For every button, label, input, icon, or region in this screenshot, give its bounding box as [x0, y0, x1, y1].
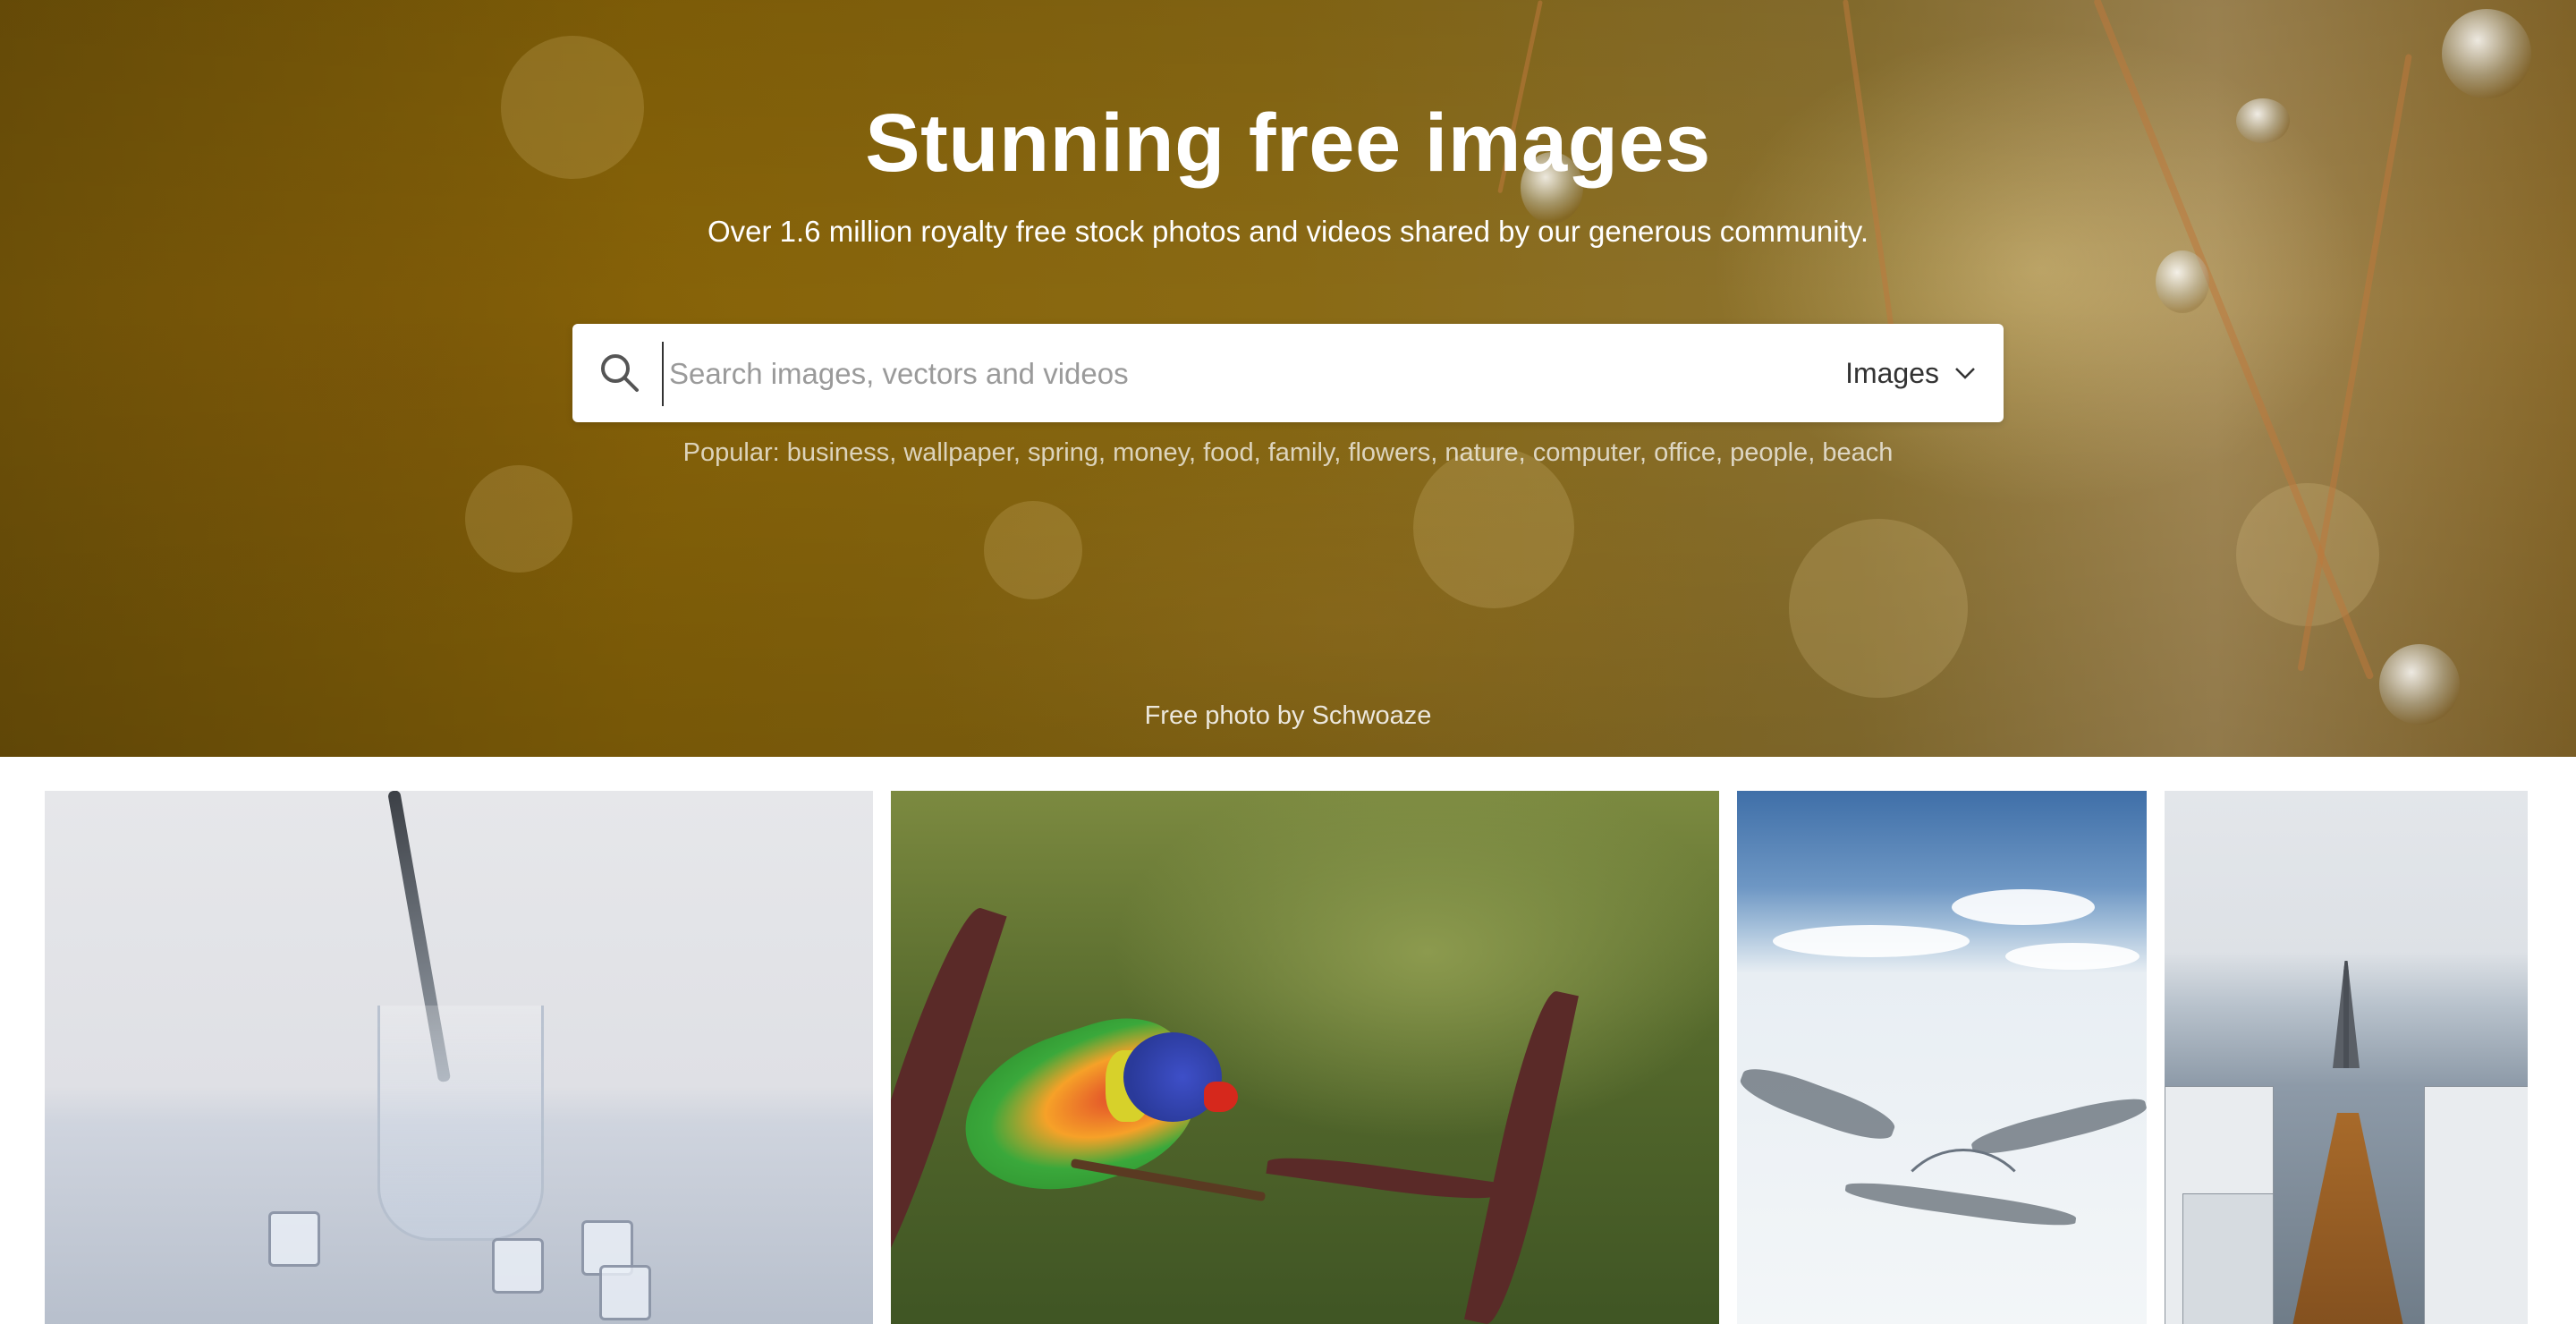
popular-tag-business[interactable]: business [787, 438, 889, 467]
photo-credit-prefix: Free photo by [1144, 701, 1305, 730]
building [2182, 1193, 2274, 1324]
search-input[interactable] [662, 342, 1816, 406]
popular-label: Popular: [682, 438, 780, 467]
photo-credit-author[interactable]: Schwoaze [1312, 701, 1432, 730]
bokeh-light [1413, 447, 1574, 608]
glass-shape [377, 1006, 544, 1241]
tree-lined-avenue [2281, 1113, 2415, 1324]
gallery-image-paris[interactable] [2165, 791, 2528, 1324]
leaf-shape [1464, 986, 1579, 1324]
cloud-shape [1952, 889, 2095, 925]
search-icon[interactable] [597, 351, 642, 395]
bokeh-light [2236, 483, 2379, 626]
popular-tag-spring[interactable]: spring [1028, 438, 1098, 467]
gallery-image-water-glass[interactable] [45, 791, 873, 1324]
search-bar: Images [572, 324, 2004, 422]
media-type-label: Images [1845, 356, 1939, 389]
popular-tag-wallpaper[interactable]: wallpaper [903, 438, 1013, 467]
photo-credit: Free photo by Schwoaze [0, 701, 2576, 731]
gallery-image-mountains[interactable] [1737, 791, 2147, 1324]
winding-road [1889, 1149, 2038, 1297]
popular-tag-nature[interactable]: nature [1445, 438, 1518, 467]
popular-tag-people[interactable]: people [1730, 438, 1808, 467]
parrot-beak [1204, 1082, 1238, 1112]
page-title: Stunning free images [865, 98, 1711, 189]
ice-cube [492, 1238, 544, 1294]
water-drop [2442, 9, 2531, 98]
popular-tag-flowers[interactable]: flowers [1348, 438, 1430, 467]
building [2424, 1086, 2528, 1324]
water-drop [2156, 250, 2209, 313]
gallery-image-parrot[interactable] [891, 791, 1719, 1324]
chevron-down-icon [1955, 368, 1975, 379]
cloud-shape [2005, 943, 2140, 970]
popular-tag-food[interactable]: food [1203, 438, 1253, 467]
popular-tag-money[interactable]: money [1113, 438, 1189, 467]
ice-cube [268, 1211, 320, 1267]
bokeh-light [1789, 519, 1968, 698]
image-gallery [0, 757, 2576, 1324]
popular-tag-beach[interactable]: beach [1822, 438, 1893, 467]
hero-subtitle: Over 1.6 million royalty free stock phot… [707, 215, 1869, 248]
popular-searches: Popular: business, wallpaper, spring, mo… [682, 438, 1894, 467]
mountain-ridge [1969, 1091, 2147, 1161]
bokeh-light [465, 465, 572, 573]
bokeh-light [984, 501, 1082, 599]
popular-tag-computer[interactable]: computer [1533, 438, 1640, 467]
mountain-ridge [1737, 1059, 1900, 1149]
hero-banner: Stunning free images Over 1.6 million ro… [0, 0, 2576, 757]
cloud-shape [1773, 925, 1970, 957]
leaf-shape [1266, 1150, 1500, 1206]
popular-tag-office[interactable]: office [1654, 438, 1716, 467]
eiffel-tower [2333, 961, 2360, 1068]
popular-tag-family[interactable]: family [1268, 438, 1335, 467]
ice-cube [599, 1265, 651, 1320]
media-type-dropdown[interactable]: Images [1845, 351, 1977, 395]
